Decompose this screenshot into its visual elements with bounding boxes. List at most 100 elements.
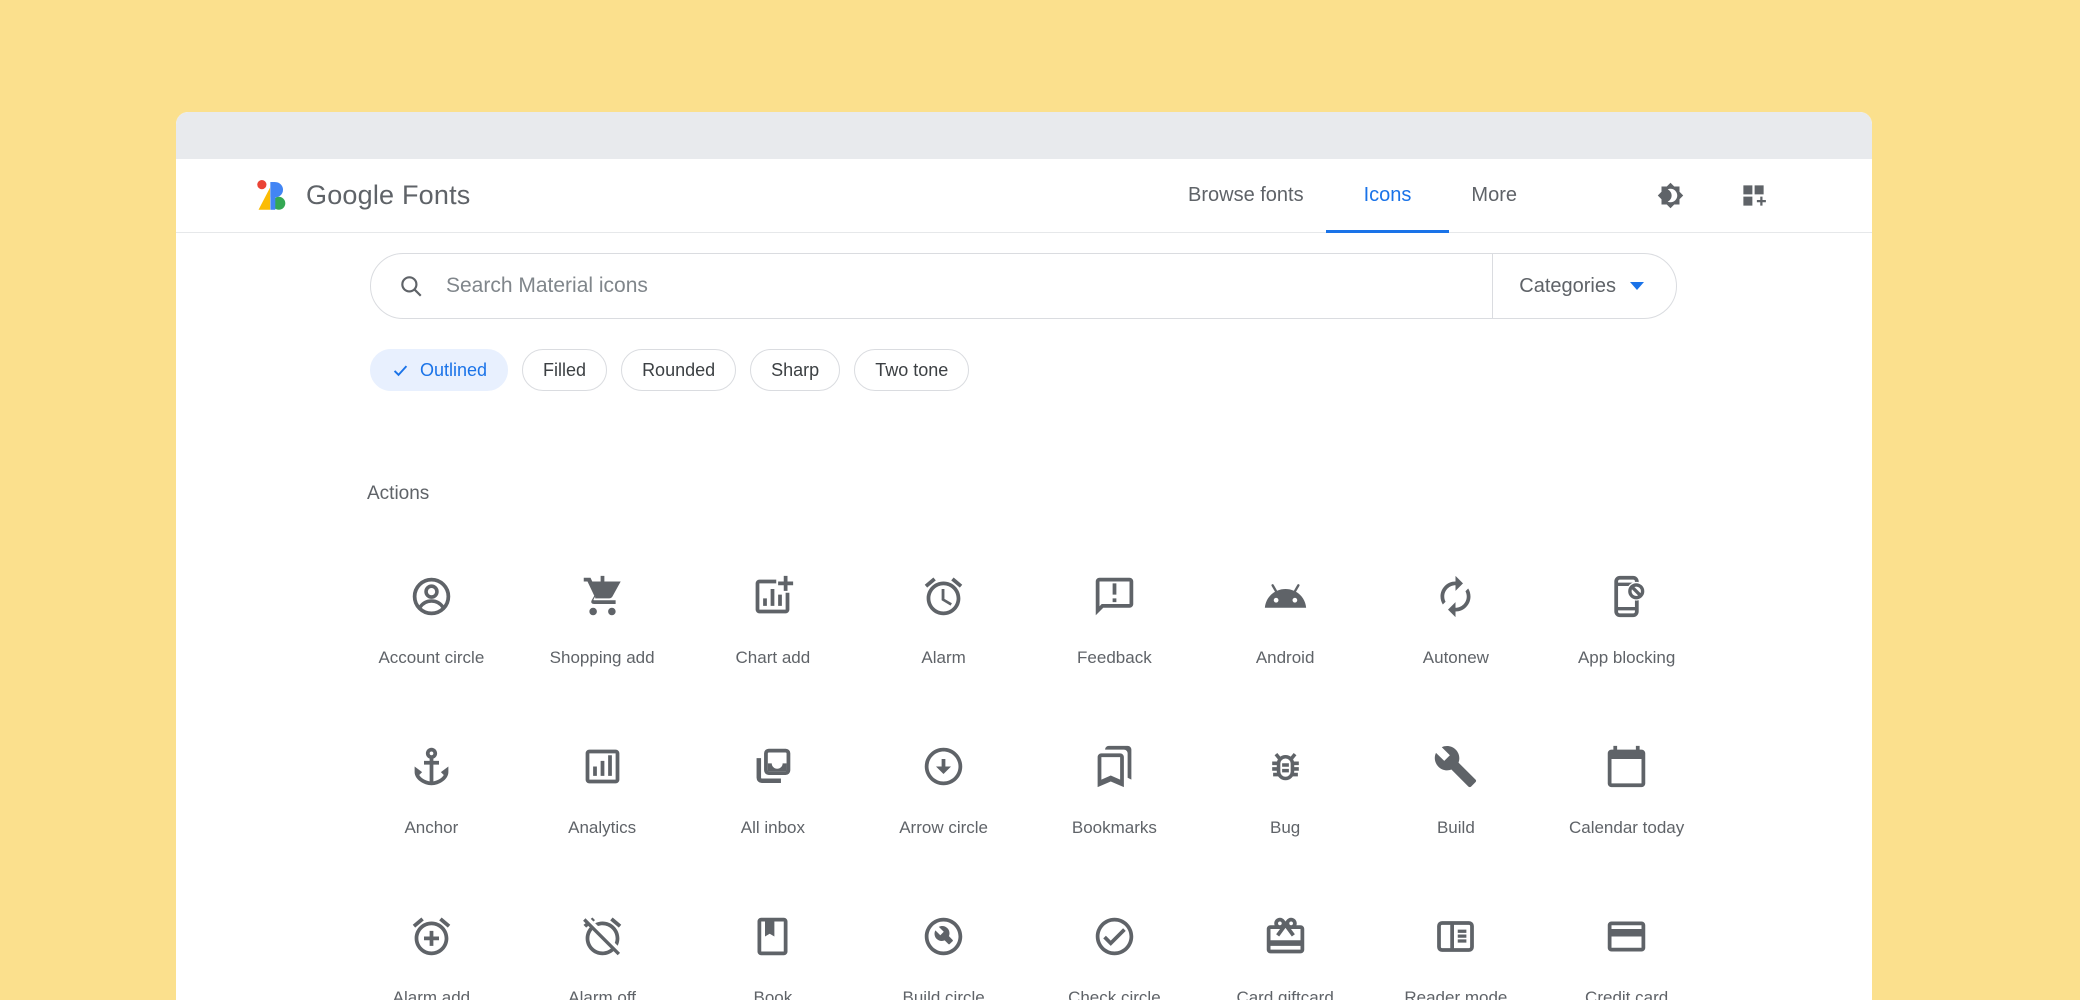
icon-grid-item-anchor[interactable]: Anchor (346, 684, 517, 854)
icon-label: Reader mode (1404, 988, 1507, 1000)
icon-label: Alarm off (568, 988, 636, 1000)
browser-titlebar (176, 112, 1872, 159)
icon-grid-item-alarm[interactable]: Alarm (858, 514, 1029, 684)
alarm-add-icon (409, 914, 454, 959)
card-giftcard-icon (1263, 914, 1308, 959)
feedback-icon (1092, 574, 1137, 619)
icon-label: Alarm add (393, 988, 470, 1000)
icon-grid-item-book[interactable]: Book (688, 854, 859, 1000)
build-circle-icon (921, 914, 966, 959)
header-action-icons (1657, 182, 1767, 209)
bug-icon (1263, 744, 1308, 789)
google-fonts-window: Google Fonts Browse fonts Icons More Cat… (176, 112, 1872, 1000)
icon-label: Analytics (568, 818, 636, 838)
site-header: Google Fonts Browse fonts Icons More (176, 159, 1872, 233)
icon-label: Chart add (736, 648, 811, 668)
icon-label: Calendar today (1569, 818, 1684, 838)
icon-label: Build circle (903, 988, 985, 1000)
app-blocking-icon (1604, 574, 1649, 619)
icon-label: Feedback (1077, 648, 1152, 668)
icon-label: Build (1437, 818, 1475, 838)
icon-grid-item-alarm-add[interactable]: Alarm add (346, 854, 517, 1000)
chart-add-icon (750, 574, 795, 619)
primary-nav: Browse fonts Icons More (1158, 159, 1547, 233)
shopping-add-icon (580, 574, 625, 619)
icon-grid-item-account-circle[interactable]: Account circle (346, 514, 517, 684)
icon-grid: Account circle Shopping add Chart add Al… (346, 514, 1712, 1000)
all-inbox-icon (750, 744, 795, 789)
icon-grid-item-check-circle[interactable]: Check circle (1029, 854, 1200, 1000)
icon-label: Book (754, 988, 793, 1000)
book-icon (750, 914, 795, 959)
logo-wordmark: Google Fonts (306, 180, 471, 211)
icon-label: Bug (1270, 818, 1300, 838)
icon-grid-item-app-blocking[interactable]: App blocking (1541, 514, 1712, 684)
style-filter-chips: Outlined Filled Rounded Sharp Two tone (370, 349, 1872, 391)
icon-grid-item-android[interactable]: Android (1200, 514, 1371, 684)
anchor-icon (409, 744, 454, 789)
arrow-circle-icon (921, 744, 966, 789)
nav-tab-more[interactable]: More (1441, 159, 1547, 233)
icon-grid-item-build[interactable]: Build (1371, 684, 1542, 854)
filter-chip-two-tone[interactable]: Two tone (854, 349, 969, 391)
analytics-icon (580, 744, 625, 789)
nav-tab-browse-fonts[interactable]: Browse fonts (1158, 159, 1334, 233)
chevron-down-icon (1630, 282, 1644, 290)
android-icon (1263, 574, 1308, 619)
icon-label: Check circle (1068, 988, 1161, 1000)
categories-dropdown[interactable]: Categories (1492, 254, 1676, 318)
filter-chip-filled[interactable]: Filled (522, 349, 607, 391)
icon-grid-item-build-circle[interactable]: Build circle (858, 854, 1029, 1000)
icon-label: App blocking (1578, 648, 1675, 668)
filter-chip-outlined[interactable]: Outlined (370, 349, 508, 391)
icon-grid-item-credit-card[interactable]: Credit card (1541, 854, 1712, 1000)
icon-label: Anchor (404, 818, 458, 838)
reader-mode-icon (1433, 914, 1478, 959)
icon-label: Arrow circle (899, 818, 988, 838)
icon-grid-item-bug[interactable]: Bug (1200, 684, 1371, 854)
icon-label: Alarm (921, 648, 965, 668)
build-icon (1433, 744, 1478, 789)
google-fonts-logo-icon (253, 177, 291, 215)
icon-label: All inbox (741, 818, 805, 838)
icon-grid-item-bookmarks[interactable]: Bookmarks (1029, 684, 1200, 854)
google-fonts-logo[interactable]: Google Fonts (253, 177, 471, 215)
calendar-today-icon (1604, 744, 1649, 789)
nav-tab-icons[interactable]: Icons (1334, 159, 1442, 233)
account-circle-icon (409, 574, 454, 619)
check-circle-icon (1092, 914, 1137, 959)
icon-label: Card giftcard (1236, 988, 1333, 1000)
icon-grid-item-card-giftcard[interactable]: Card giftcard (1200, 854, 1371, 1000)
check-icon (391, 361, 410, 380)
bookmarks-icon (1092, 744, 1137, 789)
credit-card-icon (1604, 914, 1649, 959)
icon-label: Shopping add (550, 648, 655, 668)
section-title: Actions (367, 483, 1872, 505)
icon-grid-item-feedback[interactable]: Feedback (1029, 514, 1200, 684)
icon-label: Account circle (378, 648, 484, 668)
icon-label: Autonew (1423, 648, 1489, 668)
icon-grid-item-reader-mode[interactable]: Reader mode (1371, 854, 1542, 1000)
categories-label: Categories (1519, 275, 1616, 298)
alarm-icon (921, 574, 966, 619)
dashboard-customize-icon[interactable] (1740, 182, 1767, 209)
icon-grid-item-alarm-off[interactable]: Alarm off (517, 854, 688, 1000)
icon-grid-item-all-inbox[interactable]: All inbox (688, 684, 859, 854)
filter-chip-rounded[interactable]: Rounded (621, 349, 736, 391)
icon-search-bar: Categories (370, 253, 1677, 319)
icon-grid-item-shopping-add[interactable]: Shopping add (517, 514, 688, 684)
icon-grid-item-autonew[interactable]: Autonew (1371, 514, 1542, 684)
icon-grid-item-arrow-circle[interactable]: Arrow circle (858, 684, 1029, 854)
icon-grid-item-analytics[interactable]: Analytics (517, 684, 688, 854)
icon-label: Bookmarks (1072, 818, 1157, 838)
alarm-off-icon (580, 914, 625, 959)
dark-mode-toggle-icon[interactable] (1657, 182, 1684, 209)
search-input[interactable] (446, 274, 1472, 298)
icon-grid-item-chart-add[interactable]: Chart add (688, 514, 859, 684)
icon-grid-item-calendar-today[interactable]: Calendar today (1541, 684, 1712, 854)
filter-chip-sharp[interactable]: Sharp (750, 349, 840, 391)
search-icon (398, 273, 424, 299)
icon-label: Android (1256, 648, 1315, 668)
icon-label: Credit card (1585, 988, 1668, 1000)
autonew-icon (1433, 574, 1478, 619)
